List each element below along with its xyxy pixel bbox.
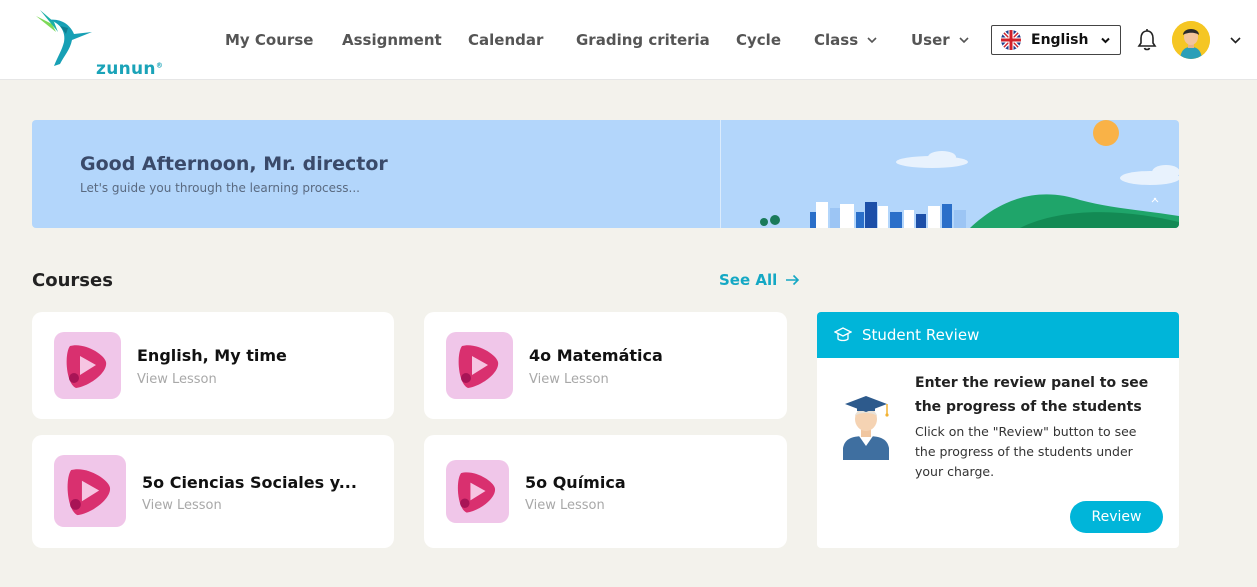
nav-grading-criteria[interactable]: Grading criteria <box>576 0 710 80</box>
student-review-header: Student Review <box>817 312 1179 358</box>
language-selected-value: English <box>1031 32 1089 48</box>
courses-section-title: Courses <box>32 270 113 291</box>
course-view-lesson[interactable]: View Lesson <box>529 372 609 387</box>
course-view-lesson[interactable]: View Lesson <box>137 372 217 387</box>
course-thumbnail-play-icon <box>446 332 513 399</box>
course-title: 5o Química <box>525 473 626 492</box>
nav-calendar[interactable]: Calendar <box>468 0 543 80</box>
chevron-down-icon <box>959 37 969 44</box>
nav-user-dropdown[interactable]: User <box>911 0 970 80</box>
nav-class-dropdown[interactable]: Class <box>814 0 878 80</box>
user-avatar[interactable] <box>1172 21 1210 59</box>
course-card[interactable]: English, My time View Lesson <box>32 312 394 419</box>
language-select[interactable]: English <box>991 25 1121 55</box>
student-review-title: Student Review <box>862 326 980 344</box>
arrow-right-icon <box>786 274 800 286</box>
top-navigation-bar: zunun® My Course Assignment Calendar Gra… <box>0 0 1257 80</box>
graduate-illustration <box>843 396 889 460</box>
review-panel-description: Click on the "Review" button to see the … <box>915 424 1137 479</box>
course-title: 4o Matemática <box>529 346 663 365</box>
course-card[interactable]: 5o Ciencias Sociales y... View Lesson <box>32 435 394 548</box>
uk-flag-icon <box>1001 30 1021 50</box>
welcome-banner: Good Afternoon, Mr. director Let's guide… <box>32 120 1179 228</box>
course-thumbnail-play-icon <box>54 455 126 527</box>
nav-assignment[interactable]: Assignment <box>342 0 442 80</box>
hummingbird-logo[interactable]: zunun® <box>34 10 163 79</box>
graduation-cap-icon <box>834 327 852 342</box>
student-review-panel: Student Review Enter the review panel to… <box>817 312 1179 548</box>
chevron-down-icon <box>867 37 877 44</box>
chevron-down-icon[interactable] <box>1229 34 1242 46</box>
greeting-title: Good Afternoon, Mr. director <box>80 153 388 175</box>
course-card[interactable]: 4o Matemática View Lesson <box>424 312 787 419</box>
greeting-subtitle: Let's guide you through the learning pro… <box>80 181 360 195</box>
course-card[interactable]: 5o Química View Lesson <box>424 435 787 548</box>
course-thumbnail-play-icon <box>54 332 121 399</box>
chevron-down-icon <box>1101 37 1110 44</box>
see-all-label: See All <box>719 271 778 289</box>
nav-cycle[interactable]: Cycle <box>736 0 781 80</box>
city-landscape-illustration <box>720 120 1179 228</box>
bell-icon[interactable] <box>1136 28 1158 52</box>
nav-my-course[interactable]: My Course <box>225 0 313 80</box>
nav-user-label: User <box>911 31 950 49</box>
brand-name: zunun® <box>96 59 164 79</box>
review-panel-heading: Enter the review panel to see the progre… <box>915 375 1149 415</box>
course-title: 5o Ciencias Sociales y... <box>142 473 357 492</box>
review-button[interactable]: Review <box>1070 501 1163 533</box>
course-title: English, My time <box>137 346 287 365</box>
course-thumbnail-play-icon <box>446 460 509 523</box>
course-view-lesson[interactable]: View Lesson <box>142 498 222 513</box>
course-view-lesson[interactable]: View Lesson <box>525 498 605 513</box>
nav-class-label: Class <box>814 31 859 49</box>
see-all-link[interactable]: See All <box>719 271 800 289</box>
